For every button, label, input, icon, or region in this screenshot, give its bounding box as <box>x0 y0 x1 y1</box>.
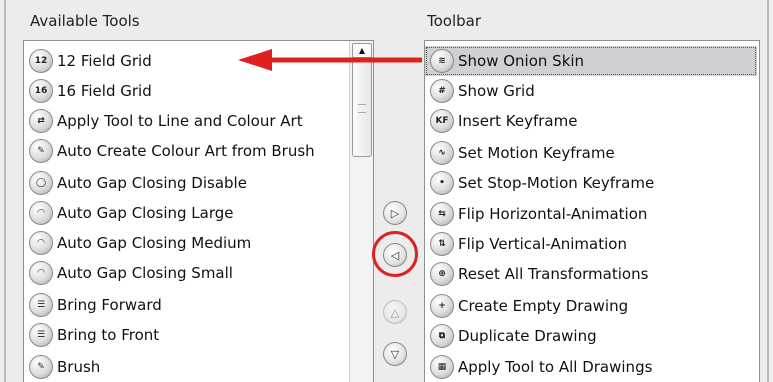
annotation-arrow <box>238 49 422 71</box>
annotation-arrow-head <box>238 49 272 71</box>
